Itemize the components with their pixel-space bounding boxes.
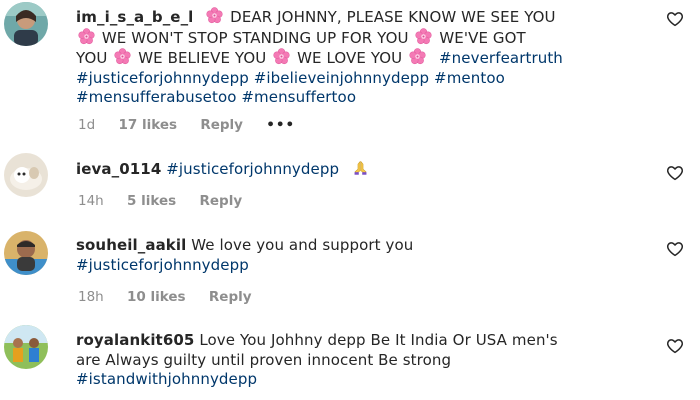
cherry-blossom-emoji-icon (206, 7, 223, 24)
comment-text: ieva_0114 #justiceforjohnnydepp (76, 159, 648, 180)
heart-outline-icon[interactable] (666, 164, 684, 182)
comment-username[interactable]: souheil_aakil (76, 236, 186, 254)
comment-time[interactable]: 18h (78, 289, 104, 305)
comment-body-line: are Always guilty until proven innocent … (76, 350, 452, 369)
comment-likes[interactable]: 5 likes (127, 193, 176, 209)
folded-hands-emoji-icon (352, 159, 369, 176)
cherry-blossom-emoji-icon (415, 28, 432, 45)
comment-username[interactable]: ieva_0114 (76, 160, 161, 178)
comment-text: royalankit605 Love You Johhny depp Be It… (76, 331, 648, 390)
comment-text: souheil_aakil We love you and support yo… (76, 236, 648, 275)
reply-button[interactable]: Reply (199, 193, 242, 209)
heart-outline-icon[interactable] (666, 10, 684, 28)
avatar[interactable] (4, 153, 48, 197)
comment-meta: 18h 10 likes Reply (78, 289, 271, 305)
avatar[interactable] (4, 325, 48, 369)
comment-time[interactable]: 14h (78, 193, 104, 209)
comment-body: We love you and support you (191, 236, 414, 254)
hashtag-link[interactable]: #istandwithjohnnydepp (76, 370, 257, 388)
heart-outline-icon[interactable] (666, 240, 684, 258)
hashtag-link[interactable]: #justiceforjohnnydepp (76, 256, 249, 274)
comment-meta: 1d 17 likes Reply ••• (78, 117, 314, 133)
comment-body-line: WE WON'T STOP STANDING UP FOR YOU (101, 28, 409, 47)
cherry-blossom-emoji-icon (78, 28, 95, 45)
comment-body-line: WE LOVE YOU (297, 49, 403, 67)
comment-username[interactable]: royalankit605 (76, 331, 194, 349)
hashtag-link[interactable]: #neverfeartruth (439, 49, 563, 67)
cherry-blossom-emoji-icon (114, 48, 131, 65)
comment-text: im_i_s_a_b_e_l DEAR JOHNNY, PLEASE KNOW … (76, 7, 648, 108)
comment-time[interactable]: 1d (78, 117, 95, 133)
reply-button[interactable]: Reply (200, 117, 243, 133)
avatar[interactable] (4, 231, 48, 275)
avatar[interactable] (4, 2, 48, 46)
comment-likes[interactable]: 10 likes (127, 289, 186, 305)
cherry-blossom-emoji-icon (273, 48, 290, 65)
more-options-icon[interactable]: ••• (266, 117, 295, 133)
cherry-blossom-emoji-icon (409, 48, 426, 65)
comment-meta: 14h 5 likes Reply (78, 193, 261, 209)
comment-body-line: YOU (76, 49, 108, 67)
hashtag-link[interactable]: #justiceforjohnnydepp #ibelieveinjohnnyd… (76, 69, 505, 87)
comment-body-line: DEAR JOHNNY, PLEASE KNOW WE SEE YOU (230, 8, 556, 26)
hashtag-link[interactable]: #mensufferabusetoo #mensuffertoo (76, 88, 356, 106)
comment-body-line: Love You Johhny depp Be It India Or USA … (199, 331, 558, 349)
comment-body-line: WE'VE GOT (439, 28, 526, 47)
hashtag-link[interactable]: #justiceforjohnnydepp (166, 160, 339, 178)
comment-likes[interactable]: 17 likes (118, 117, 177, 133)
reply-button[interactable]: Reply (209, 289, 252, 305)
comment-body-line: WE BELIEVE YOU (138, 49, 267, 67)
comment-username[interactable]: im_i_s_a_b_e_l (76, 8, 193, 26)
heart-outline-icon[interactable] (666, 337, 684, 355)
